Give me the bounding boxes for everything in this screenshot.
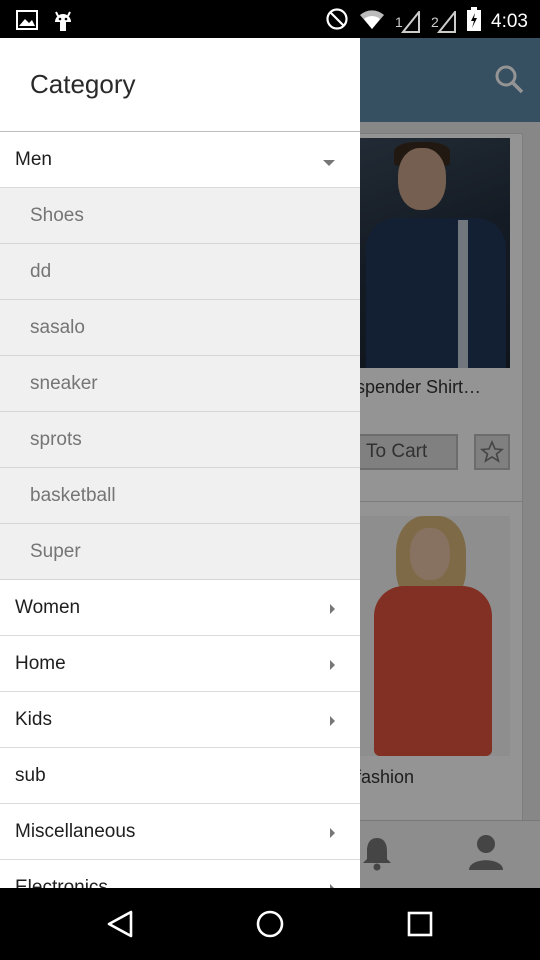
category-drawer: Category Men Shoes dd sasalo sneaker spr… [0,38,360,888]
clock: 4:03 [491,10,528,32]
subcategory-label: dd [30,261,52,282]
subcategory-sneaker[interactable]: sneaker [0,356,360,412]
category-label: Miscellaneous [15,821,136,842]
category-men[interactable]: Men [0,132,360,188]
subcategory-label: sasalo [30,317,85,338]
category-miscellaneous[interactable]: Miscellaneous [0,804,360,860]
home-icon[interactable] [254,908,286,940]
category-kids[interactable]: Kids [0,692,360,748]
drawer-title: Category [30,69,136,99]
subcategory-label: sneaker [30,373,98,394]
chevron-down-icon [322,154,336,172]
subcategory-label: basketball [30,485,116,506]
category-women[interactable]: Women [0,580,360,636]
drawer-header: Category [0,38,360,132]
category-home[interactable]: Home [0,636,360,692]
chevron-right-icon [328,714,336,733]
subcategory-basketball[interactable]: basketball [0,468,360,524]
chevron-right-icon [328,658,336,677]
category-label: Kids [15,709,52,730]
image-icon [16,10,38,35]
chevron-right-icon [328,602,336,621]
subcategory-sprots[interactable]: sprots [0,412,360,468]
category-label: Home [15,653,66,674]
subcategory-super[interactable]: Super [0,524,360,580]
battery-charging-icon [467,7,482,36]
category-label: Women [15,597,81,618]
category-label: sub [15,765,46,786]
do-not-disturb-icon [325,7,349,36]
subcategory-sasalo[interactable]: sasalo [0,300,360,356]
category-electronics[interactable]: Electronics [0,860,360,888]
category-sub[interactable]: sub [0,748,360,804]
signal-icon: 1 [395,10,421,33]
subcategory-label: Super [30,541,81,562]
signal-icon-2: 2 [431,10,457,33]
system-navigation-bar [0,888,540,960]
subcategory-shoes[interactable]: Shoes [0,188,360,244]
wifi-icon [359,8,385,35]
chevron-right-icon [328,826,336,845]
subcategory-label: Shoes [30,205,84,226]
recents-icon[interactable] [404,908,436,940]
android-icon [52,8,74,37]
subcategory-dd[interactable]: dd [0,244,360,300]
category-label: Electronics [15,877,108,888]
category-label: Men [15,149,52,170]
back-icon[interactable] [104,908,136,940]
status-bar: 1 2 4:03 [0,0,540,38]
subcategory-label: sprots [30,429,82,450]
